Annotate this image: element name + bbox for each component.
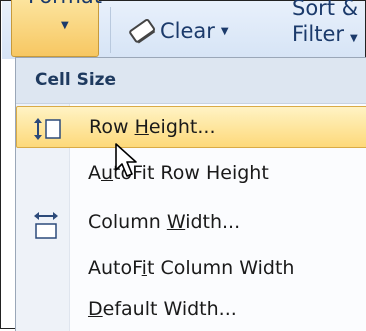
label-suffix: efault Width... <box>102 298 237 320</box>
menu-item-label: Column Width... <box>88 211 240 233</box>
label-accelerator: H <box>134 116 149 138</box>
menu-item-autofit-column-width[interactable]: AutoFit Column Width <box>16 248 366 290</box>
row-height-icon <box>34 118 61 140</box>
clear-label: Clear <box>160 19 215 43</box>
menu-item-column-width[interactable]: Column Width... <box>16 202 366 244</box>
menu-section-header: Cell Size <box>16 58 366 104</box>
ribbon-separator <box>110 7 111 53</box>
menu-item-label: Default Width... <box>88 298 237 320</box>
menu-item-autofit-row-height[interactable]: AutoFit Row Height <box>16 153 366 195</box>
label-prefix: A <box>88 162 101 184</box>
ribbon-strip: Format ▼ Clear ▼ Sort & Filter ▼ <box>2 0 366 59</box>
menu-item-default-width[interactable]: Default Width... <box>16 289 366 331</box>
label-suffix: t Column Width <box>146 257 295 279</box>
format-button[interactable]: Format ▼ <box>11 0 102 57</box>
label-accelerator: u <box>101 162 114 184</box>
format-dropdown-menu: Cell Size Row Height... AutoFit Row Heig… <box>15 57 366 331</box>
screenshot-frame: Format ▼ Clear ▼ Sort & Filter ▼ Cell Siz… <box>0 0 366 331</box>
label-prefix: Column <box>88 211 167 233</box>
label-prefix: Row <box>89 116 135 138</box>
label-suffix: idth... <box>185 211 241 233</box>
sort-filter-button[interactable]: Sort & Filter ▼ <box>292 0 366 52</box>
menu-item-label: Row Height... <box>89 116 216 138</box>
column-width-icon <box>34 212 58 239</box>
sort-filter-label-line2-text: Filter <box>292 22 345 46</box>
sort-filter-label-line1: Sort & <box>292 0 359 20</box>
format-label: Format <box>28 0 102 8</box>
eraser-icon <box>128 19 154 43</box>
mouse-cursor-icon <box>115 143 137 177</box>
label-prefix: AutoF <box>88 257 142 279</box>
section-title: Cell Size <box>35 70 117 90</box>
label-accelerator: W <box>166 211 186 233</box>
label-accelerator: D <box>88 298 103 320</box>
menu-item-label: AutoFit Column Width <box>88 257 294 279</box>
menu-item-row-height[interactable]: Row Height... <box>16 106 366 148</box>
clear-button[interactable]: Clear ▼ <box>130 17 229 45</box>
label-suffix: eight... <box>148 116 216 138</box>
chevron-down-icon: ▼ <box>61 20 69 31</box>
chevron-down-icon: ▼ <box>350 33 358 44</box>
chevron-down-icon: ▼ <box>220 25 229 37</box>
sort-filter-label-line2: Filter ▼ <box>292 21 366 52</box>
